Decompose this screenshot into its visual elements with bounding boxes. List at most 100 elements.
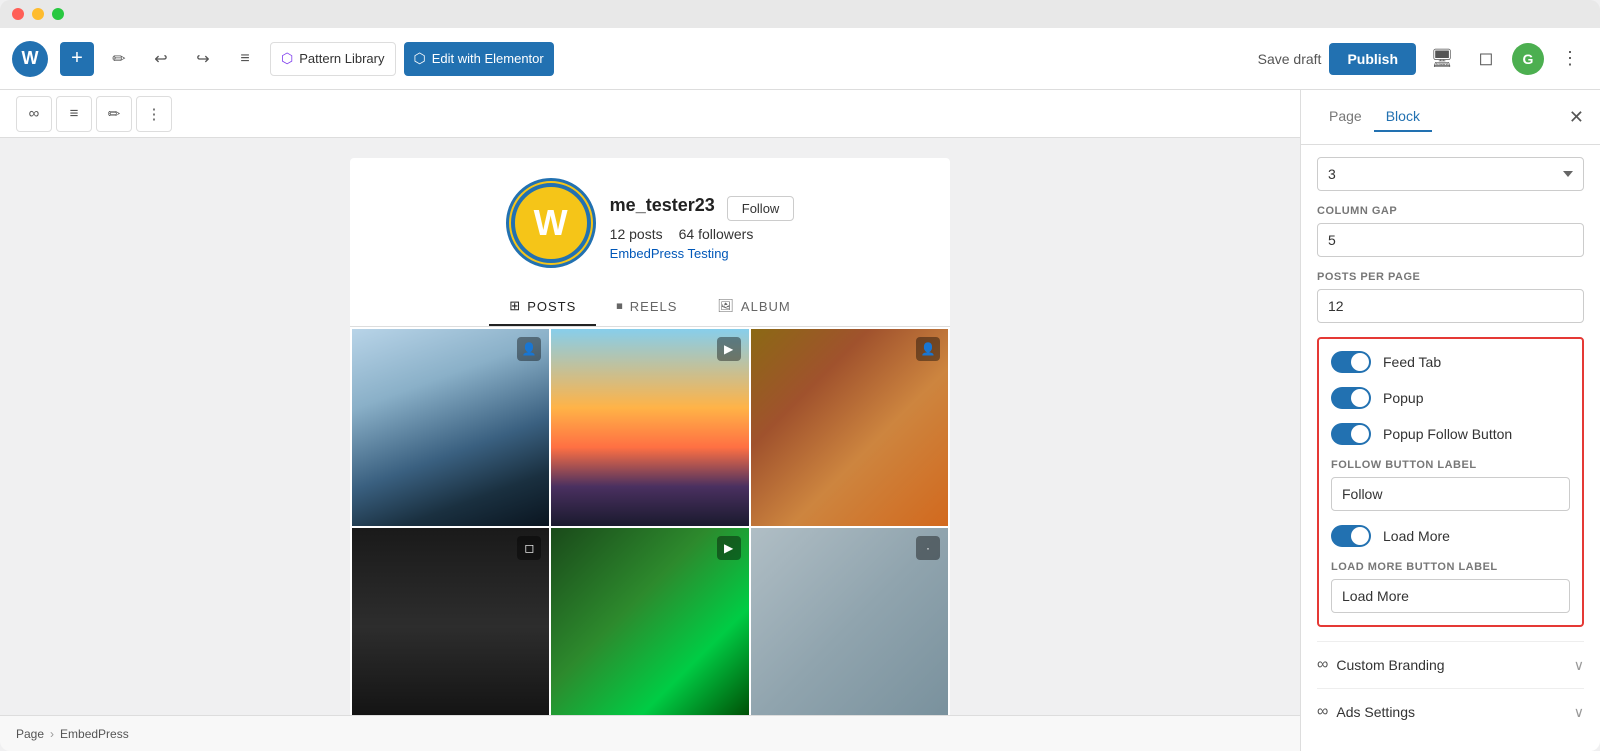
main-area: ∞ ≡ ✏ ⋮ xyxy=(0,90,1600,751)
redo-button[interactable]: ↪ xyxy=(186,42,220,76)
feed-tabs: ⊞ POSTS ⏹ REELS 🖼 ALBUM xyxy=(350,288,950,327)
more-tool-button[interactable]: ⋮ xyxy=(136,96,172,132)
minimize-button[interactable] xyxy=(32,8,44,20)
custom-branding-header[interactable]: ∞ Custom Branding ∨ xyxy=(1317,656,1584,674)
profile-stats: 12 posts 64 followers xyxy=(610,226,795,242)
pattern-library-button[interactable]: ⬡ Pattern Library xyxy=(270,42,396,76)
profile-section: W me_tester23 Follow 12 posts xyxy=(350,158,950,288)
custom-branding-icon: ∞ xyxy=(1317,656,1328,674)
load-more-toggle-row: Load More xyxy=(1331,525,1570,547)
list-icon: ≡ xyxy=(70,105,79,122)
ads-settings-header[interactable]: ∞ Ads Settings ∨ xyxy=(1317,703,1584,721)
load-more-toggle[interactable] xyxy=(1331,525,1371,547)
profile-username: me_tester23 xyxy=(610,195,715,216)
add-block-button[interactable]: + xyxy=(60,42,94,76)
profile-info: me_tester23 Follow 12 posts 64 followers… xyxy=(610,195,795,261)
display-view-button[interactable]: 🖥 xyxy=(1424,41,1460,77)
link-tool-button[interactable]: ✏ xyxy=(96,96,132,132)
album-tab-icon: 🖼 xyxy=(717,298,735,314)
ads-settings-section: ∞ Ads Settings ∨ xyxy=(1317,688,1584,735)
breadcrumb-separator: › xyxy=(50,727,54,741)
photo-4-icon: ◻ xyxy=(517,536,541,560)
layout-button[interactable]: ◻ xyxy=(1468,41,1504,77)
photo-2-icon: ▶ xyxy=(717,337,741,361)
main-toolbar: W + ✏ ↩ ↪ ≡ ⬡ Pattern Library ⬡ Edit wit… xyxy=(0,28,1600,90)
followers-count: 64 followers xyxy=(679,226,754,242)
feed-tab-toggle-row: Feed Tab xyxy=(1331,351,1570,373)
pencil-tool-button[interactable]: ✏ xyxy=(102,42,136,76)
ads-settings-icon: ∞ xyxy=(1317,703,1328,721)
photo-3-icon: 👤 xyxy=(916,337,940,361)
publish-button[interactable]: Publish xyxy=(1329,43,1416,75)
loop-tool-button[interactable]: ∞ xyxy=(16,96,52,132)
posts-tab-icon: ⊞ xyxy=(509,298,521,314)
more-icon: ⋮ xyxy=(147,105,162,123)
list-view-button[interactable]: ≡ xyxy=(228,42,262,76)
photo-grid: 👤 ▶ 👤 ◻ xyxy=(350,327,950,715)
wp-logo: W xyxy=(12,41,48,77)
tab-reels[interactable]: ⏹ REELS xyxy=(596,288,697,326)
popup-toggle-label: Popup xyxy=(1383,390,1423,406)
breadcrumb-page-link[interactable]: Page xyxy=(16,727,44,741)
elementor-icon: ⬡ xyxy=(414,50,426,67)
editor-area: ∞ ≡ ✏ ⋮ xyxy=(0,90,1300,751)
load-more-button-label-title: LOAD MORE BUTTON LABEL xyxy=(1331,561,1570,573)
loop-icon: ∞ xyxy=(29,105,40,122)
ads-settings-label: Ads Settings xyxy=(1336,704,1415,720)
profile-follow-button[interactable]: Follow xyxy=(727,196,795,221)
photo-cell-4: ◻ xyxy=(352,528,549,715)
panel-close-button[interactable]: ✕ xyxy=(1569,107,1584,128)
feed-tab-toggle-label: Feed Tab xyxy=(1383,354,1441,370)
pattern-icon: ⬡ xyxy=(281,50,293,67)
undo-button[interactable]: ↩ xyxy=(144,42,178,76)
posts-per-page-input[interactable] xyxy=(1317,289,1584,323)
column-gap-label: COLUMN GAP xyxy=(1317,205,1584,217)
custom-branding-section: ∞ Custom Branding ∨ xyxy=(1317,641,1584,688)
save-draft-button[interactable]: Save draft xyxy=(1258,51,1322,67)
user-avatar[interactable]: G xyxy=(1512,43,1544,75)
panel-body: 3 2 4 COLUMN GAP POSTS PER PAGE xyxy=(1301,145,1600,751)
custom-branding-label: Custom Branding xyxy=(1336,657,1444,673)
profile-avatar: W xyxy=(506,178,596,268)
instagram-container[interactable]: W me_tester23 Follow 12 posts xyxy=(0,138,1300,715)
highlighted-section: Feed Tab Popup xyxy=(1317,337,1584,627)
popup-follow-toggle-label: Popup Follow Button xyxy=(1383,426,1512,442)
tab-posts[interactable]: ⊞ POSTS xyxy=(489,288,596,326)
follow-button-label-title: FOLLOW BUTTON LABEL xyxy=(1331,459,1570,471)
popup-follow-toggle[interactable] xyxy=(1331,423,1371,445)
popup-toggle[interactable] xyxy=(1331,387,1371,409)
photo-cell-2: ▶ xyxy=(551,329,748,526)
photo-cell-1: 👤 xyxy=(352,329,549,526)
posts-count: 12 posts xyxy=(610,226,663,242)
more-options-button[interactable]: ⋮ xyxy=(1552,41,1588,77)
photo-5-icon: ▶ xyxy=(717,536,741,560)
feed-tab-toggle[interactable] xyxy=(1331,351,1371,373)
close-button[interactable] xyxy=(12,8,24,20)
custom-branding-chevron: ∨ xyxy=(1574,657,1584,674)
tab-block[interactable]: Block xyxy=(1374,102,1432,132)
profile-bio: EmbedPress Testing xyxy=(610,246,795,261)
photo-cell-3: 👤 xyxy=(751,329,948,526)
instagram-widget: W me_tester23 Follow 12 posts xyxy=(350,158,950,715)
tab-page[interactable]: Page xyxy=(1317,102,1374,132)
column-count-select[interactable]: 3 2 4 xyxy=(1317,157,1584,191)
edit-elementor-button[interactable]: ⬡ Edit with Elementor xyxy=(404,42,554,76)
list-tool-button[interactable]: ≡ xyxy=(56,96,92,132)
breadcrumb: Page › EmbedPress xyxy=(0,715,1300,751)
photo-cell-6: · xyxy=(751,528,948,715)
load-more-toggle-label: Load More xyxy=(1383,528,1450,544)
column-gap-input[interactable] xyxy=(1317,223,1584,257)
right-panel: Page Block ✕ 3 2 4 COLUMN GAP POSTS PER … xyxy=(1300,90,1600,751)
tab-album[interactable]: 🖼 ALBUM xyxy=(697,288,810,326)
panel-header: Page Block ✕ xyxy=(1301,90,1600,145)
follow-button-label-input[interactable] xyxy=(1331,477,1570,511)
reels-tab-icon: ⏹ xyxy=(616,298,624,314)
load-more-button-label-input[interactable] xyxy=(1331,579,1570,613)
mini-toolbar: ∞ ≡ ✏ ⋮ xyxy=(0,90,1300,138)
maximize-button[interactable] xyxy=(52,8,64,20)
breadcrumb-current: EmbedPress xyxy=(60,727,129,741)
popup-follow-toggle-row: Popup Follow Button xyxy=(1331,423,1570,445)
ads-settings-chevron: ∨ xyxy=(1574,704,1584,721)
popup-toggle-row: Popup xyxy=(1331,387,1570,409)
toolbar-right: Save draft Publish 🖥 ◻ G ⋮ xyxy=(1258,41,1588,77)
